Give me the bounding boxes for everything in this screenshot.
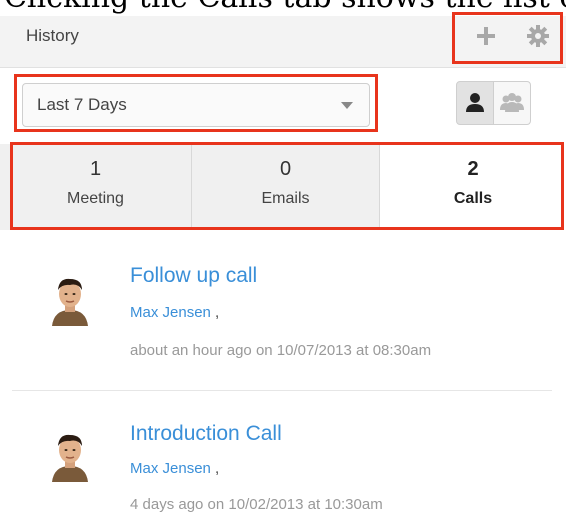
- call-title-link[interactable]: Introduction Call: [130, 422, 282, 446]
- call-timestamp: about an hour ago on 10/07/2013 at 08:30…: [130, 342, 432, 359]
- single-user-icon[interactable]: [456, 81, 494, 125]
- highlight-stats-tabs: [10, 142, 564, 230]
- avatar: [46, 274, 94, 326]
- person-separator: ,: [215, 304, 220, 321]
- avatar: [46, 430, 94, 482]
- person-link[interactable]: Max Jensen: [130, 460, 211, 477]
- header-title: History: [26, 26, 79, 45]
- item-divider: [12, 390, 552, 391]
- related-person: Max Jensen ,: [130, 460, 219, 477]
- highlight-date-filter: [14, 74, 378, 132]
- group-users-icon[interactable]: [493, 81, 531, 125]
- call-title-link[interactable]: Follow up call: [130, 264, 257, 288]
- related-person: Max Jensen ,: [130, 304, 219, 321]
- person-separator: ,: [215, 460, 220, 477]
- person-link[interactable]: Max Jensen: [130, 304, 211, 321]
- call-timestamp: 4 days ago on 10/02/2013 at 10:30am: [130, 496, 383, 513]
- highlight-header-actions: [452, 12, 563, 64]
